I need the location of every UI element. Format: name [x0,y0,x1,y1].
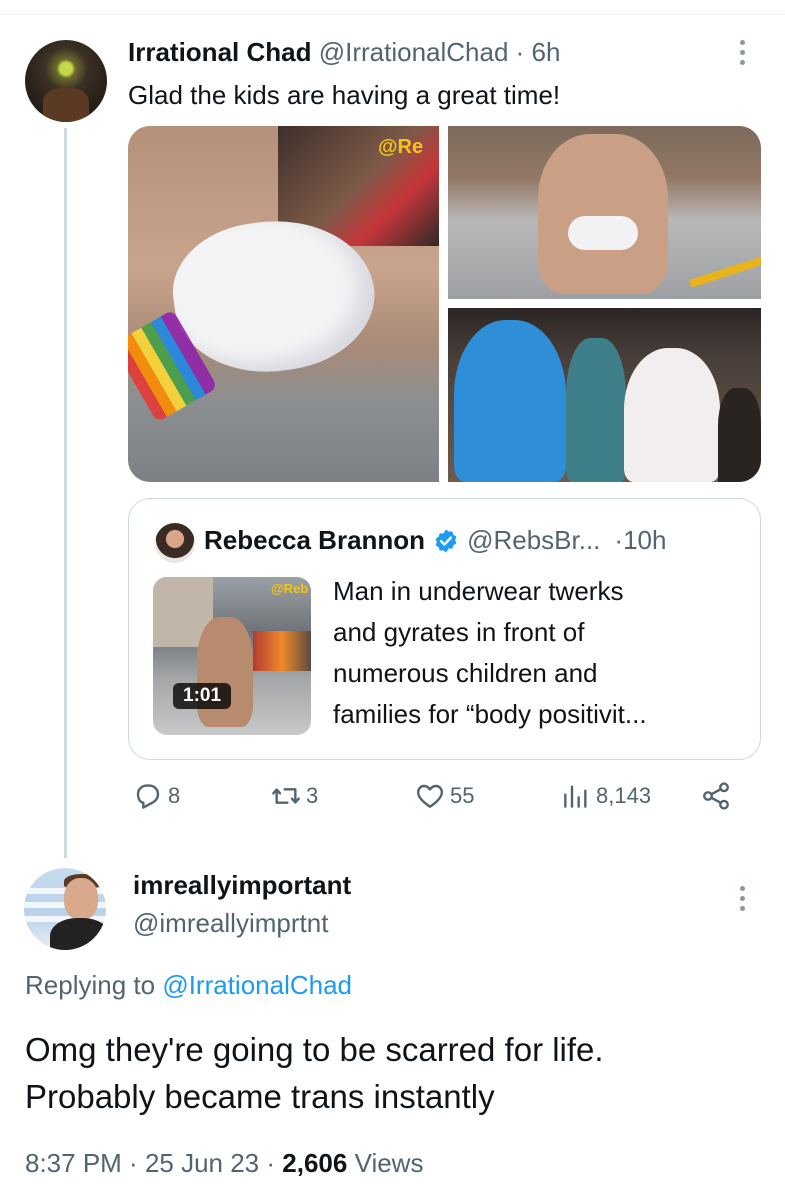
author-handle[interactable]: @IrrationalChad [319,37,509,67]
quote-header: Rebecca Brannon @RebsBr... · 10h [204,525,666,556]
quote-text-line: numerous children and [333,658,598,688]
quote-video-thumbnail[interactable]: @Reb 1:01 [153,577,311,735]
media-image-2[interactable] [448,126,761,299]
media-image-1[interactable]: @Re [128,126,439,482]
quote-text-line: Man in underwear twerks [333,576,624,606]
quoted-tweet[interactable]: Rebecca Brannon @RebsBr... · 10h @Reb 1:… [128,498,761,760]
like-button[interactable]: 55 [414,780,474,812]
views-count: 8,143 [596,783,652,808]
replying-to-mention[interactable]: @IrrationalChad [162,970,352,1000]
thumb-watermark: @Reb [271,581,309,596]
header-separator: · [508,37,532,67]
tweet-text: Glad the kids are having a great time! [128,80,561,110]
thread-connector-line [64,128,67,858]
video-duration-badge: 1:01 [173,683,232,709]
tweet-actions: 8 3 55 8,143 [128,780,761,824]
retweet-count: 3 [306,783,319,808]
author-name[interactable]: Irrational Chad [128,37,311,67]
quote-text-line: families for “body positivit... [333,699,647,729]
tweet-media-grid[interactable]: @Re [128,126,761,482]
quote-separator: · [614,525,624,555]
replying-to-line: Replying to @IrrationalChad [25,970,352,1001]
tweet-time[interactable]: 6h [532,37,561,67]
reply-metadata: 8:37 PM · 25 Jun 23 · 2,606 Views [25,1148,423,1179]
reply-views-count[interactable]: 2,606 [282,1148,347,1178]
views-icon [564,785,587,808]
media-image-3[interactable] [448,308,761,482]
like-icon [416,784,444,808]
retweet-icon [272,788,300,804]
reply-text: Omg they're going to be scarred for life… [25,1026,604,1120]
replying-prefix: Replying to [25,970,163,1000]
quote-text: Man in underwear twerks and gyrates in f… [333,571,753,735]
reply-time[interactable]: 8:37 PM [25,1148,122,1178]
quote-text-line: and gyrates in front of [333,617,585,647]
verified-badge-icon [435,529,457,552]
avatar[interactable] [25,40,107,122]
reply-count: 8 [168,783,181,808]
more-icon[interactable] [736,884,750,914]
reply-views-label: Views [354,1148,424,1178]
media-watermark: @Re [378,136,424,158]
quote-author-handle[interactable]: @RebsBr... [467,525,600,556]
reply-author-handle[interactable]: @imreallyimprtnt [133,908,328,939]
tweet-header: Irrational Chad @IrrationalChad · 6h [128,37,560,68]
share-button[interactable] [700,780,736,812]
views-button[interactable]: 8,143 [560,780,651,812]
quote-author-name[interactable]: Rebecca Brannon [204,525,425,556]
reply-icon [136,784,160,809]
quote-time[interactable]: 10h [623,525,666,556]
share-icon [703,782,729,810]
top-divider [0,14,785,15]
quote-avatar[interactable] [155,523,195,563]
reply-date[interactable]: 25 Jun 23 [145,1148,259,1178]
meta-separator: · [121,1148,145,1178]
reply-button[interactable]: 8 [132,780,180,812]
reply-text-line: Omg they're going to be scarred for life… [25,1031,604,1068]
reply-text-line: Probably became trans instantly [25,1078,495,1115]
reply-author-name[interactable]: imreallyimportant [133,870,351,901]
meta-separator: · [259,1148,283,1178]
reply-avatar[interactable] [24,868,106,950]
more-icon[interactable] [736,38,750,68]
retweet-button[interactable]: 3 [270,780,318,812]
like-count: 55 [450,783,475,808]
